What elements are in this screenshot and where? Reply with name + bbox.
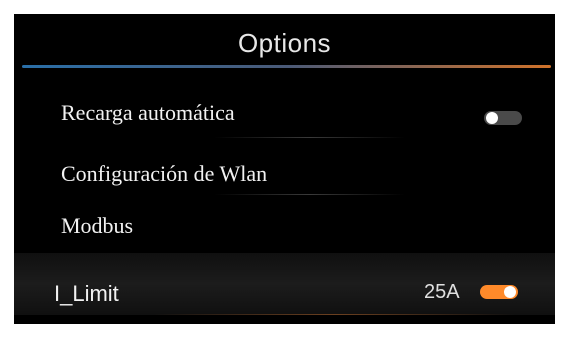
header-accent-line (22, 65, 551, 68)
auto-recharge-toggle[interactable] (484, 111, 522, 125)
toggle-knob (486, 112, 498, 124)
menu-item-wlan-config[interactable]: Configuración de Wlan (61, 161, 267, 187)
divider (214, 137, 405, 138)
selected-row-underline (154, 314, 515, 315)
menu-item-auto-recharge-label: Recarga automática (61, 100, 235, 125)
menu-item-i-limit-label: I_Limit (54, 281, 119, 306)
divider (214, 194, 405, 195)
page-title: Options (237, 28, 332, 58)
toggle-knob (504, 286, 516, 298)
menu-item-modbus[interactable]: Modbus (61, 213, 133, 239)
i-limit-value: 25A (424, 281, 460, 303)
display-screen: Options Recarga automática Configuración… (14, 14, 555, 324)
header: Options (14, 14, 555, 68)
i-limit-toggle[interactable] (480, 285, 518, 299)
